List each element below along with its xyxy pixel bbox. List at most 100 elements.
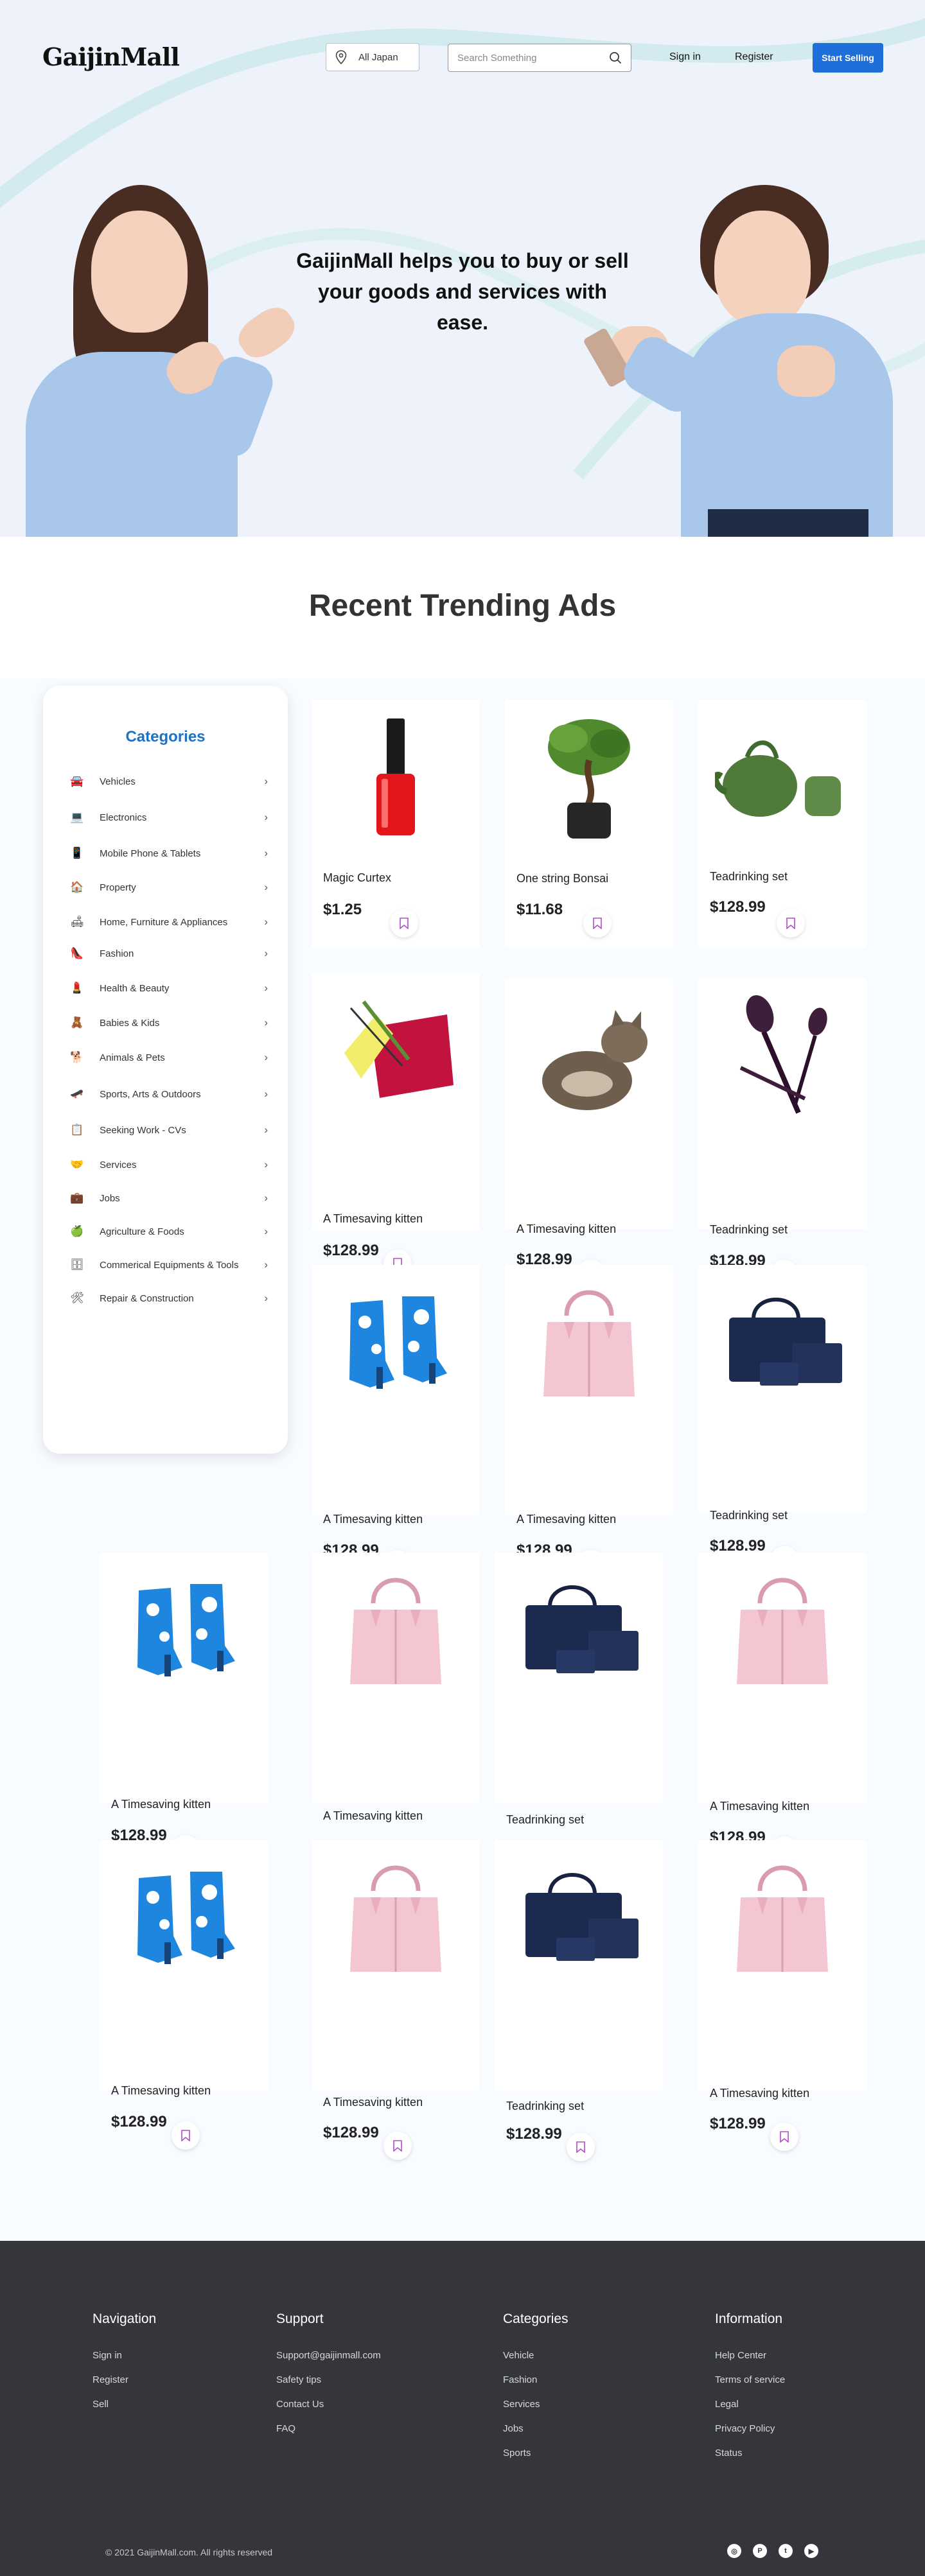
footer-link[interactable]: Vehicle	[503, 2350, 534, 2361]
ad-title[interactable]: Teadrinking set	[506, 1813, 584, 1827]
search-input[interactable]	[457, 52, 599, 64]
bookmark-button[interactable]	[383, 2132, 412, 2160]
footer-link[interactable]: Privacy Policy	[715, 2423, 775, 2434]
ad-card[interactable]: A Timesaving kitten$128.99	[505, 1265, 673, 1578]
ad-title[interactable]: A Timesaving kitten	[323, 1212, 423, 1226]
category-item-jobs[interactable]: 💼 Jobs ›	[70, 1190, 268, 1206]
location-selector[interactable]: All Japan	[326, 43, 419, 71]
ad-title[interactable]: A Timesaving kitten	[516, 1223, 616, 1236]
ad-card[interactable]: A Timesaving kitten$128.99	[312, 1553, 480, 1875]
ad-card[interactable]: Teadrinking set$128.99	[495, 1840, 663, 2161]
category-item-equipment[interactable]: 🗄 Commerical Equipments & Tools ›	[70, 1257, 268, 1273]
search-icon[interactable]	[609, 51, 622, 64]
ad-title[interactable]: A Timesaving kitten	[710, 1800, 809, 1813]
category-item-property[interactable]: 🏠 Property ›	[70, 879, 268, 896]
search-bar[interactable]	[448, 44, 631, 72]
bookmark-button[interactable]	[390, 909, 418, 937]
ad-card[interactable]: A Timesaving kitten$128.99	[312, 973, 480, 1278]
category-item-health[interactable]: 💄 Health & Beauty ›	[70, 980, 268, 996]
ad-image-teapot[interactable]	[710, 708, 855, 845]
footer-link[interactable]: Sell	[92, 2399, 109, 2410]
footer-link[interactable]: Services	[503, 2399, 540, 2410]
category-item-cvs[interactable]: 📋 Seeking Work - CVs ›	[70, 1122, 268, 1138]
ad-card[interactable]: One string Bonsai $11.68	[505, 700, 673, 948]
category-item-fashion[interactable]: 👠 Fashion ›	[70, 945, 268, 962]
ad-card[interactable]: A Timesaving kitten$128.99	[312, 1265, 480, 1578]
ad-card[interactable]: Magic Curtex $1.25	[312, 700, 480, 948]
ad-image-pink-bag[interactable]	[710, 1848, 855, 1985]
ad-card[interactable]: A Timesaving kitten$128.99	[505, 979, 673, 1288]
sign-in-link[interactable]: Sign in	[669, 51, 701, 63]
twitter-icon[interactable]: t	[779, 2544, 793, 2558]
bookmark-button[interactable]	[567, 2133, 595, 2161]
footer-link[interactable]: Contact Us	[276, 2399, 324, 2410]
footer-link[interactable]: Sports	[503, 2448, 531, 2459]
ad-image-brushes[interactable]	[710, 986, 855, 1124]
footer-link[interactable]: Register	[92, 2374, 128, 2385]
footer-link[interactable]: Fashion	[503, 2374, 537, 2385]
ad-title[interactable]: Teadrinking set	[506, 2100, 584, 2113]
register-link[interactable]: Register	[735, 51, 773, 63]
ad-card[interactable]: Teadrinking set$128.99	[495, 1553, 663, 1875]
bookmark-button[interactable]	[777, 909, 805, 937]
ad-image-boots[interactable]	[323, 1273, 468, 1410]
ad-image-boots[interactable]	[111, 1848, 256, 1985]
ad-title[interactable]: Magic Curtex	[323, 871, 391, 885]
ad-image-navy-bag[interactable]	[506, 1560, 651, 1698]
ad-image-book[interactable]	[323, 981, 468, 1118]
footer-link[interactable]: Help Center	[715, 2350, 766, 2361]
youtube-icon[interactable]: ▶	[804, 2544, 818, 2558]
ad-card[interactable]: A Timesaving kitten$128.99	[312, 1840, 480, 2160]
footer-link[interactable]: FAQ	[276, 2423, 295, 2434]
ad-title[interactable]: Teadrinking set	[710, 1509, 788, 1522]
ad-card[interactable]: Teadrinking set$128.99	[698, 979, 867, 1288]
ad-card[interactable]: A Timesaving kitten$128.99	[698, 1553, 867, 1865]
ad-title[interactable]: A Timesaving kitten	[323, 2096, 423, 2109]
category-item-vehicles[interactable]: 🚘 Vehicles ›	[70, 773, 268, 790]
ad-card[interactable]: A Timesaving kitten$128.99	[100, 1553, 268, 1863]
site-logo[interactable]: GaijinMall	[42, 42, 180, 71]
ad-image-pink-bag[interactable]	[710, 1560, 855, 1698]
ad-image-pink-bag[interactable]	[323, 1560, 468, 1698]
category-item-animals[interactable]: 🐕 Animals & Pets ›	[70, 1049, 268, 1066]
bookmark-button[interactable]	[770, 2123, 798, 2151]
ad-title[interactable]: A Timesaving kitten	[323, 1809, 423, 1823]
category-item-electronics[interactable]: 💻 Electronics ›	[70, 809, 268, 826]
instagram-icon[interactable]: ◎	[727, 2544, 741, 2558]
ad-title[interactable]: A Timesaving kitten	[323, 1513, 423, 1526]
footer-link[interactable]: Support@gaijinmall.com	[276, 2350, 381, 2361]
bookmark-button[interactable]	[172, 2121, 200, 2150]
ad-image-navy-bag[interactable]	[506, 1848, 651, 1985]
category-item-home[interactable]: 🛋 Home, Furniture & Appliances ›	[70, 914, 268, 930]
pinterest-icon[interactable]: P	[753, 2544, 767, 2558]
ad-title[interactable]: A Timesaving kitten	[710, 2087, 809, 2100]
footer-link[interactable]: Terms of service	[715, 2374, 785, 2385]
category-item-services[interactable]: 🤝 Services ›	[70, 1156, 268, 1173]
ad-title[interactable]: A Timesaving kitten	[111, 2084, 211, 2098]
ad-image-pink-bag[interactable]	[323, 1848, 468, 1985]
category-item-agriculture[interactable]: 🍏 Agriculture & Foods ›	[70, 1223, 268, 1240]
ad-image-navy-bag[interactable]	[710, 1273, 855, 1410]
footer-link[interactable]: Sign in	[92, 2350, 122, 2361]
ad-image-cat[interactable]	[516, 986, 662, 1124]
ad-image-bonsai[interactable]	[516, 708, 662, 845]
category-item-babies[interactable]: 🧸 Babies & Kids ›	[70, 1014, 268, 1031]
ad-image-pink-bag[interactable]	[516, 1273, 662, 1410]
category-item-mobile[interactable]: 📱 Mobile Phone & Tablets ›	[70, 845, 268, 862]
category-item-sports[interactable]: 🛹 Sports, Arts & Outdoors ›	[70, 1086, 268, 1102]
ad-card[interactable]: Teadrinking set$128.99	[698, 1265, 867, 1574]
ad-title[interactable]: Teadrinking set	[710, 1223, 788, 1237]
ad-card[interactable]: A Timesaving kitten$128.99	[100, 1840, 268, 2150]
ad-image-nail-polish[interactable]	[323, 708, 468, 845]
ad-title[interactable]: One string Bonsai	[516, 872, 608, 885]
ad-card[interactable]: Teadrinking set$128.99	[698, 700, 867, 948]
bookmark-button[interactable]	[583, 909, 612, 937]
start-selling-button[interactable]: Start Selling	[813, 43, 883, 73]
footer-link[interactable]: Safety tips	[276, 2374, 321, 2385]
ad-title[interactable]: A Timesaving kitten	[516, 1513, 616, 1526]
category-item-repair[interactable]: 🛠 Repair & Construction ›	[70, 1290, 268, 1307]
footer-link[interactable]: Status	[715, 2448, 743, 2459]
footer-link[interactable]: Jobs	[503, 2423, 524, 2434]
ad-card[interactable]: A Timesaving kitten$128.99	[698, 1840, 867, 2151]
ad-image-boots[interactable]	[111, 1560, 256, 1698]
